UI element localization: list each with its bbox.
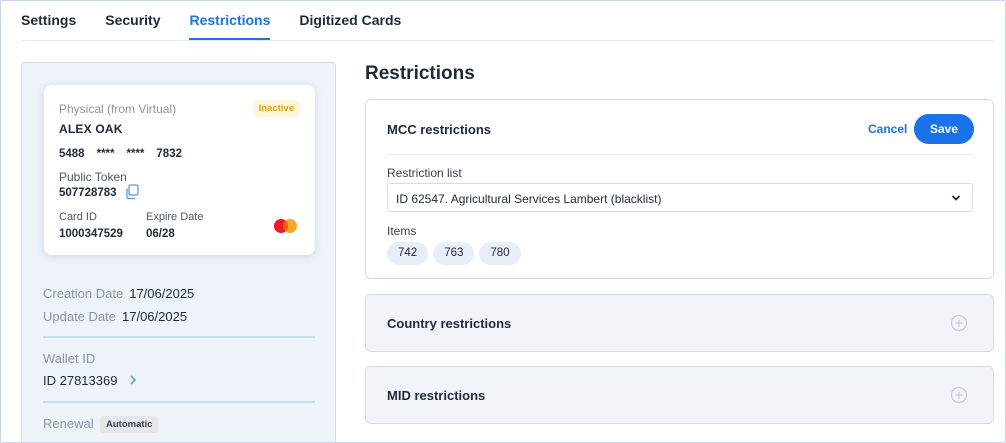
creation-date-row: Creation Date 17/06/2025: [43, 286, 194, 301]
country-restrictions-title: Country restrictions: [387, 316, 512, 331]
divider: [43, 401, 315, 403]
mastercard-icon: [274, 219, 297, 233]
card-number: 5488 **** **** 7832: [59, 148, 194, 160]
mcc-restrictions-panel: MCC restrictions Cancel Save Restriction…: [365, 99, 994, 279]
tab-bar: Settings Security Restrictions Digitized…: [21, 1, 993, 41]
card-id-value: 1000347529: [59, 228, 123, 240]
card-holder-name: ALEX OAK: [59, 122, 123, 136]
status-badge: Inactive: [252, 100, 300, 117]
tab-security[interactable]: Security: [105, 1, 160, 41]
mid-restrictions-title: MID restrictions: [387, 388, 486, 403]
chevron-right-icon[interactable]: [128, 374, 138, 386]
cancel-button[interactable]: Cancel: [868, 122, 907, 136]
card-number-part: ****: [96, 148, 115, 160]
wallet-id-value[interactable]: ID 27813369: [43, 373, 117, 388]
tab-settings[interactable]: Settings: [21, 1, 76, 41]
update-date-row: Update Date 17/06/2025: [43, 309, 187, 324]
renewal-label: Renewal: [43, 416, 94, 431]
app-frame: Settings Security Restrictions Digitized…: [0, 0, 1006, 443]
expire-date-value: 06/28: [146, 228, 175, 240]
wallet-id-label: Wallet ID: [43, 351, 96, 366]
renewal-badge: Automatic: [100, 416, 159, 433]
creation-date-value: 17/06/2025: [129, 286, 195, 301]
card-details-panel: Physical (from Virtual) Inactive ALEX OA…: [21, 62, 336, 442]
card-type-label: Physical (from Virtual): [59, 102, 177, 116]
items-list: 742 763 780: [387, 242, 526, 265]
page-title: Restrictions: [365, 63, 475, 84]
chevron-down-icon: [951, 195, 961, 201]
tab-digitized-cards[interactable]: Digitized Cards: [299, 1, 401, 41]
update-date-label: Update Date: [43, 309, 116, 324]
card-number-part: 7832: [156, 148, 182, 160]
card-id-label: Card ID: [59, 211, 97, 223]
update-date-value: 17/06/2025: [122, 309, 188, 324]
mid-restrictions-panel[interactable]: MID restrictions: [365, 366, 994, 424]
expire-date-label: Expire Date: [146, 211, 204, 223]
item-chip: 780: [479, 242, 521, 265]
items-label: Items: [387, 224, 417, 238]
card-number-part: ****: [126, 148, 145, 160]
save-button[interactable]: Save: [914, 114, 974, 144]
restriction-list-select[interactable]: ID 62547. Agricultural Services Lambert …: [387, 183, 973, 212]
card-number-part: 5488: [59, 148, 85, 160]
country-restrictions-panel[interactable]: Country restrictions: [365, 294, 994, 352]
item-chip: 763: [433, 242, 475, 265]
restriction-list-value: ID 62547. Agricultural Services Lambert …: [396, 192, 662, 206]
tab-restrictions[interactable]: Restrictions: [189, 1, 270, 41]
creation-date-label: Creation Date: [43, 286, 124, 301]
expand-plus-icon[interactable]: [950, 314, 968, 332]
divider: [43, 336, 315, 338]
public-token-value: 507728783: [59, 187, 117, 199]
expand-plus-icon[interactable]: [950, 386, 968, 404]
copy-icon[interactable]: [125, 184, 139, 200]
divider: [387, 154, 973, 155]
restriction-list-label: Restriction list: [387, 166, 462, 180]
mcc-restrictions-title: MCC restrictions: [387, 122, 492, 137]
item-chip: 742: [387, 242, 429, 265]
public-token-label: Public Token: [59, 170, 127, 184]
